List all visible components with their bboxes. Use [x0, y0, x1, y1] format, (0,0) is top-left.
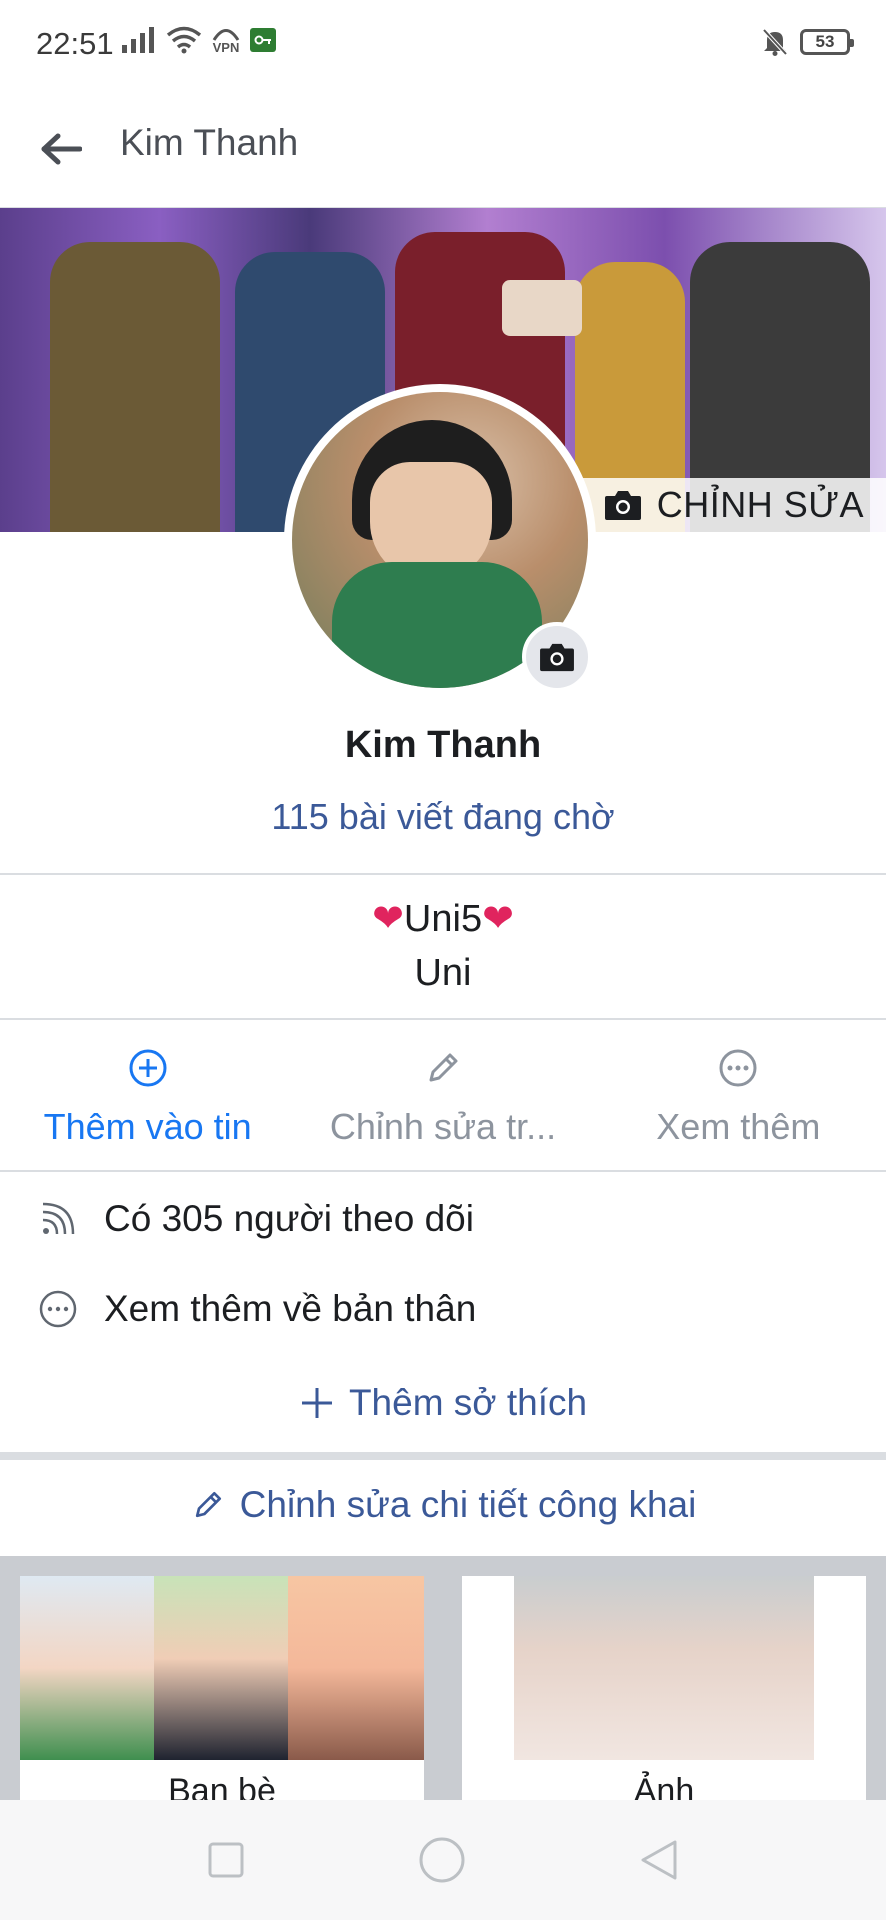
- camera-icon: [604, 491, 641, 520]
- page-title: Kim Thanh: [120, 122, 299, 163]
- edit-avatar-button[interactable]: [522, 622, 592, 692]
- heart-icon: ❤: [372, 898, 404, 940]
- followers-row[interactable]: Có 305 người theo dõi: [38, 1198, 474, 1240]
- bio-line-2: Uni: [414, 952, 472, 994]
- status-bar: 22:51 VPN 53: [0, 0, 886, 92]
- arrow-left-icon: [41, 133, 82, 165]
- camera-icon: [540, 643, 574, 672]
- cake-image: [502, 280, 582, 336]
- signal-icon: [122, 27, 154, 53]
- profile-name: Kim Thanh: [344, 724, 542, 766]
- section-divider: [0, 1452, 886, 1460]
- profile-actions: Thêm vào tin Chỉnh sửa tr... Xem thêm: [0, 1024, 886, 1170]
- photos-card[interactable]: Ảnh: [462, 1576, 866, 1806]
- see-more-button[interactable]: Xem thêm: [591, 1024, 886, 1170]
- pencil-icon: [429, 1053, 458, 1082]
- recent-apps-button[interactable]: [207, 1841, 245, 1879]
- top-header: Kim Thanh: [0, 92, 886, 208]
- pencil-icon: [195, 1491, 221, 1518]
- divider: [0, 1018, 886, 1020]
- vpn-icon: VPN: [212, 27, 240, 54]
- more-dots-icon: [719, 1049, 757, 1087]
- friends-card[interactable]: Bạn bè: [20, 1576, 424, 1806]
- friend-thumbnail: [288, 1576, 424, 1760]
- back-button[interactable]: [30, 118, 92, 180]
- cover-figure: [50, 242, 220, 532]
- system-nav-bar: [0, 1800, 886, 1920]
- key-icon: [250, 28, 276, 52]
- edit-public-details-button[interactable]: Chỉnh sửa chi tiết công khai: [0, 1484, 886, 1526]
- status-time: 22:51: [36, 26, 114, 61]
- friend-thumbnail: [20, 1576, 154, 1760]
- friend-thumbnail: [154, 1576, 288, 1760]
- edit-profile-button[interactable]: Chỉnh sửa tr...: [295, 1024, 590, 1170]
- about-row[interactable]: Xem thêm về bản thân: [38, 1288, 476, 1330]
- home-button[interactable]: [418, 1836, 466, 1884]
- back-nav-button[interactable]: [639, 1838, 679, 1882]
- bell-muted-icon: [762, 28, 788, 56]
- battery-indicator: 53: [800, 29, 854, 55]
- photo-thumbnail: [514, 1576, 814, 1760]
- divider: [0, 1170, 886, 1172]
- plus-icon: [301, 1388, 332, 1418]
- divider: [0, 873, 886, 875]
- wifi-icon: [166, 26, 202, 54]
- add-circle-icon: [129, 1049, 167, 1087]
- edit-cover-button[interactable]: CHỈNH SỬA: [582, 478, 886, 532]
- bio-line-1: ❤Uni5❤: [372, 898, 514, 940]
- add-hobby-button[interactable]: Thêm sở thích: [0, 1382, 886, 1424]
- pending-posts-link[interactable]: 115 bài viết đang chờ: [0, 796, 886, 838]
- heart-icon: ❤: [482, 898, 514, 940]
- add-to-story-button[interactable]: Thêm vào tin: [0, 1024, 295, 1170]
- more-dots-icon: [39, 1290, 77, 1328]
- rss-icon: [42, 1202, 75, 1235]
